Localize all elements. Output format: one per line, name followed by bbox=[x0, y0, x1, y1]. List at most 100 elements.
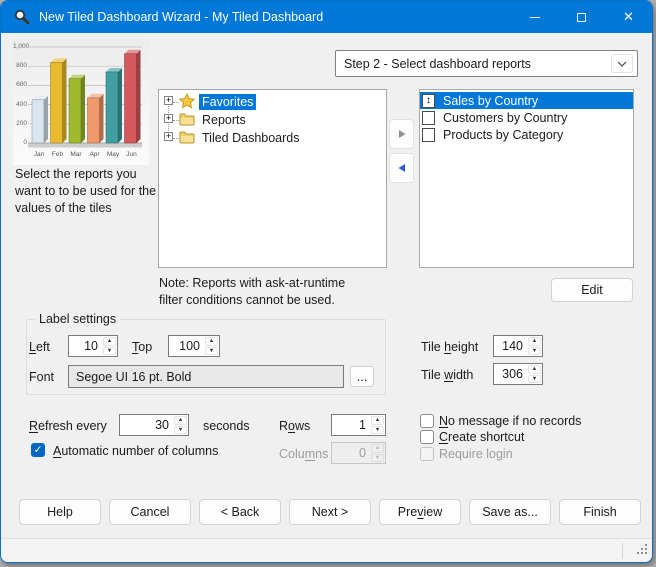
reorder-handle[interactable] bbox=[422, 128, 435, 142]
report-item-label: Sales by Country bbox=[443, 94, 538, 108]
edit-button[interactable]: Edit bbox=[551, 278, 633, 302]
tile-height-label: Tile height bbox=[421, 340, 478, 354]
note-text-line2: filter conditions cannot be used. bbox=[159, 292, 335, 309]
spin-down-icon[interactable] bbox=[103, 347, 116, 356]
spin-down-icon bbox=[371, 454, 384, 463]
rows-label: Rows bbox=[279, 419, 310, 433]
left-value[interactable]: 10 bbox=[69, 339, 102, 353]
help-button[interactable]: Help bbox=[19, 499, 101, 525]
minimize-button[interactable] bbox=[511, 1, 558, 33]
columns-spinner: 0 bbox=[331, 442, 386, 464]
create-shortcut-checkbox[interactable] bbox=[420, 430, 434, 444]
left-label: Left bbox=[29, 340, 50, 354]
note-text-line1: Note: Reports with ask-at-runtime bbox=[159, 275, 345, 292]
reorder-icon[interactable]: ↕ bbox=[422, 94, 435, 108]
tile-width-spinner[interactable]: 306 bbox=[493, 363, 543, 385]
seconds-label: seconds bbox=[203, 419, 250, 433]
top-spinner[interactable]: 100 bbox=[168, 335, 220, 357]
top-value[interactable]: 100 bbox=[169, 339, 204, 353]
selected-reports-list[interactable]: ↕ Sales by Country Customers by Country … bbox=[419, 89, 634, 268]
window-title: New Tiled Dashboard Wizard - My Tiled Da… bbox=[39, 10, 323, 24]
spin-up-icon[interactable] bbox=[528, 337, 541, 346]
chart-thumbnail: 02004006008001,000 JanFebMarAprMayJun bbox=[13, 39, 149, 165]
spin-up-icon[interactable] bbox=[174, 416, 187, 425]
left-spinner[interactable]: 10 bbox=[68, 335, 118, 357]
spin-down-icon[interactable] bbox=[528, 347, 541, 356]
refresh-value[interactable]: 30 bbox=[120, 418, 173, 432]
rows-spinner[interactable]: 1 bbox=[331, 414, 386, 436]
tree-item-tiled-dashboards[interactable]: Tiled Dashboards bbox=[159, 129, 386, 147]
spin-up-icon[interactable] bbox=[103, 337, 116, 346]
resize-grip[interactable] bbox=[637, 544, 648, 558]
tree-item-label[interactable]: Reports bbox=[199, 112, 249, 128]
spin-up-icon[interactable] bbox=[205, 337, 218, 346]
move-right-button[interactable] bbox=[389, 119, 414, 149]
font-field[interactable]: Segoe UI 16 pt. Bold bbox=[68, 365, 344, 388]
spin-down-icon[interactable] bbox=[205, 347, 218, 356]
move-left-button[interactable] bbox=[389, 153, 414, 183]
font-value: Segoe UI 16 pt. Bold bbox=[76, 370, 191, 384]
title-bar[interactable]: New Tiled Dashboard Wizard - My Tiled Da… bbox=[1, 1, 652, 33]
tree-item-reports[interactable]: Reports bbox=[159, 111, 386, 129]
rows-value[interactable]: 1 bbox=[332, 418, 370, 432]
wizard-step-select[interactable]: Step 2 - Select dashboard reports bbox=[335, 50, 638, 77]
folder-icon bbox=[179, 111, 195, 130]
chevron-down-icon[interactable] bbox=[611, 54, 633, 73]
auto-columns-checkbox[interactable]: ✓ bbox=[31, 443, 45, 457]
report-item-label: Customers by Country bbox=[443, 111, 567, 125]
tree-item-label[interactable]: Favorites bbox=[199, 94, 256, 110]
columns-value: 0 bbox=[332, 446, 370, 460]
finish-button[interactable]: Finish bbox=[559, 499, 641, 525]
next-button[interactable]: Next > bbox=[289, 499, 371, 525]
expand-icon[interactable] bbox=[164, 114, 173, 123]
preview-button[interactable]: Preview bbox=[379, 499, 461, 525]
columns-label: Columns bbox=[279, 447, 328, 461]
wizard-dialog: New Tiled Dashboard Wizard - My Tiled Da… bbox=[0, 0, 653, 563]
create-shortcut-label[interactable]: Create shortcut bbox=[439, 430, 524, 444]
no-message-checkbox[interactable] bbox=[420, 414, 434, 428]
back-button[interactable]: < Back bbox=[199, 499, 281, 525]
grip-dots-icon bbox=[637, 544, 648, 555]
spin-down-icon[interactable] bbox=[371, 426, 384, 435]
maximize-icon bbox=[577, 13, 586, 22]
expand-icon[interactable] bbox=[164, 96, 173, 105]
maximize-button[interactable] bbox=[558, 1, 605, 33]
spin-up-icon[interactable] bbox=[371, 416, 384, 425]
no-message-label[interactable]: No message if no records bbox=[439, 414, 581, 428]
folder-tree[interactable]: Favorites Reports Tiled Dashboards bbox=[158, 89, 387, 268]
minimize-icon bbox=[530, 17, 540, 18]
spin-down-icon[interactable] bbox=[174, 426, 187, 435]
folder-icon bbox=[179, 129, 195, 148]
tile-height-spinner[interactable]: 140 bbox=[493, 335, 543, 357]
font-browse-button[interactable]: ... bbox=[350, 366, 374, 387]
report-item-products-by-category[interactable]: Products by Category bbox=[420, 126, 633, 143]
reorder-handle[interactable] bbox=[422, 111, 435, 125]
spin-up-icon bbox=[371, 444, 384, 453]
auto-columns-label[interactable]: Automatic number of columns bbox=[53, 444, 218, 458]
report-item-sales-by-country[interactable]: ↕ Sales by Country bbox=[420, 92, 633, 109]
tile-width-value[interactable]: 306 bbox=[494, 367, 527, 381]
require-login-label: Require login bbox=[439, 447, 513, 461]
report-item-customers-by-country[interactable]: Customers by Country bbox=[420, 109, 633, 126]
tile-width-label: Tile width bbox=[421, 368, 473, 382]
save-as-button[interactable]: Save as... bbox=[469, 499, 551, 525]
right-triangle-icon bbox=[397, 129, 407, 139]
tree-item-favorites[interactable]: Favorites bbox=[159, 93, 386, 111]
expand-icon[interactable] bbox=[164, 132, 173, 141]
check-icon: ✓ bbox=[34, 444, 43, 456]
close-icon: ✕ bbox=[623, 9, 634, 25]
tree-item-label[interactable]: Tiled Dashboards bbox=[199, 130, 303, 146]
close-button[interactable]: ✕ bbox=[605, 1, 652, 33]
tile-height-value[interactable]: 140 bbox=[494, 339, 527, 353]
require-login-checkbox bbox=[420, 447, 434, 461]
star-icon bbox=[179, 93, 195, 112]
report-item-label: Products by Category bbox=[443, 128, 563, 142]
refresh-spinner[interactable]: 30 bbox=[119, 414, 189, 436]
spin-down-icon[interactable] bbox=[528, 375, 541, 384]
wizard-step-value: Step 2 - Select dashboard reports bbox=[344, 57, 611, 71]
spin-up-icon[interactable] bbox=[528, 365, 541, 374]
refresh-label: Refresh every bbox=[29, 419, 107, 433]
left-triangle-icon bbox=[397, 163, 407, 173]
top-label: Top bbox=[132, 340, 152, 354]
cancel-button[interactable]: Cancel bbox=[109, 499, 191, 525]
